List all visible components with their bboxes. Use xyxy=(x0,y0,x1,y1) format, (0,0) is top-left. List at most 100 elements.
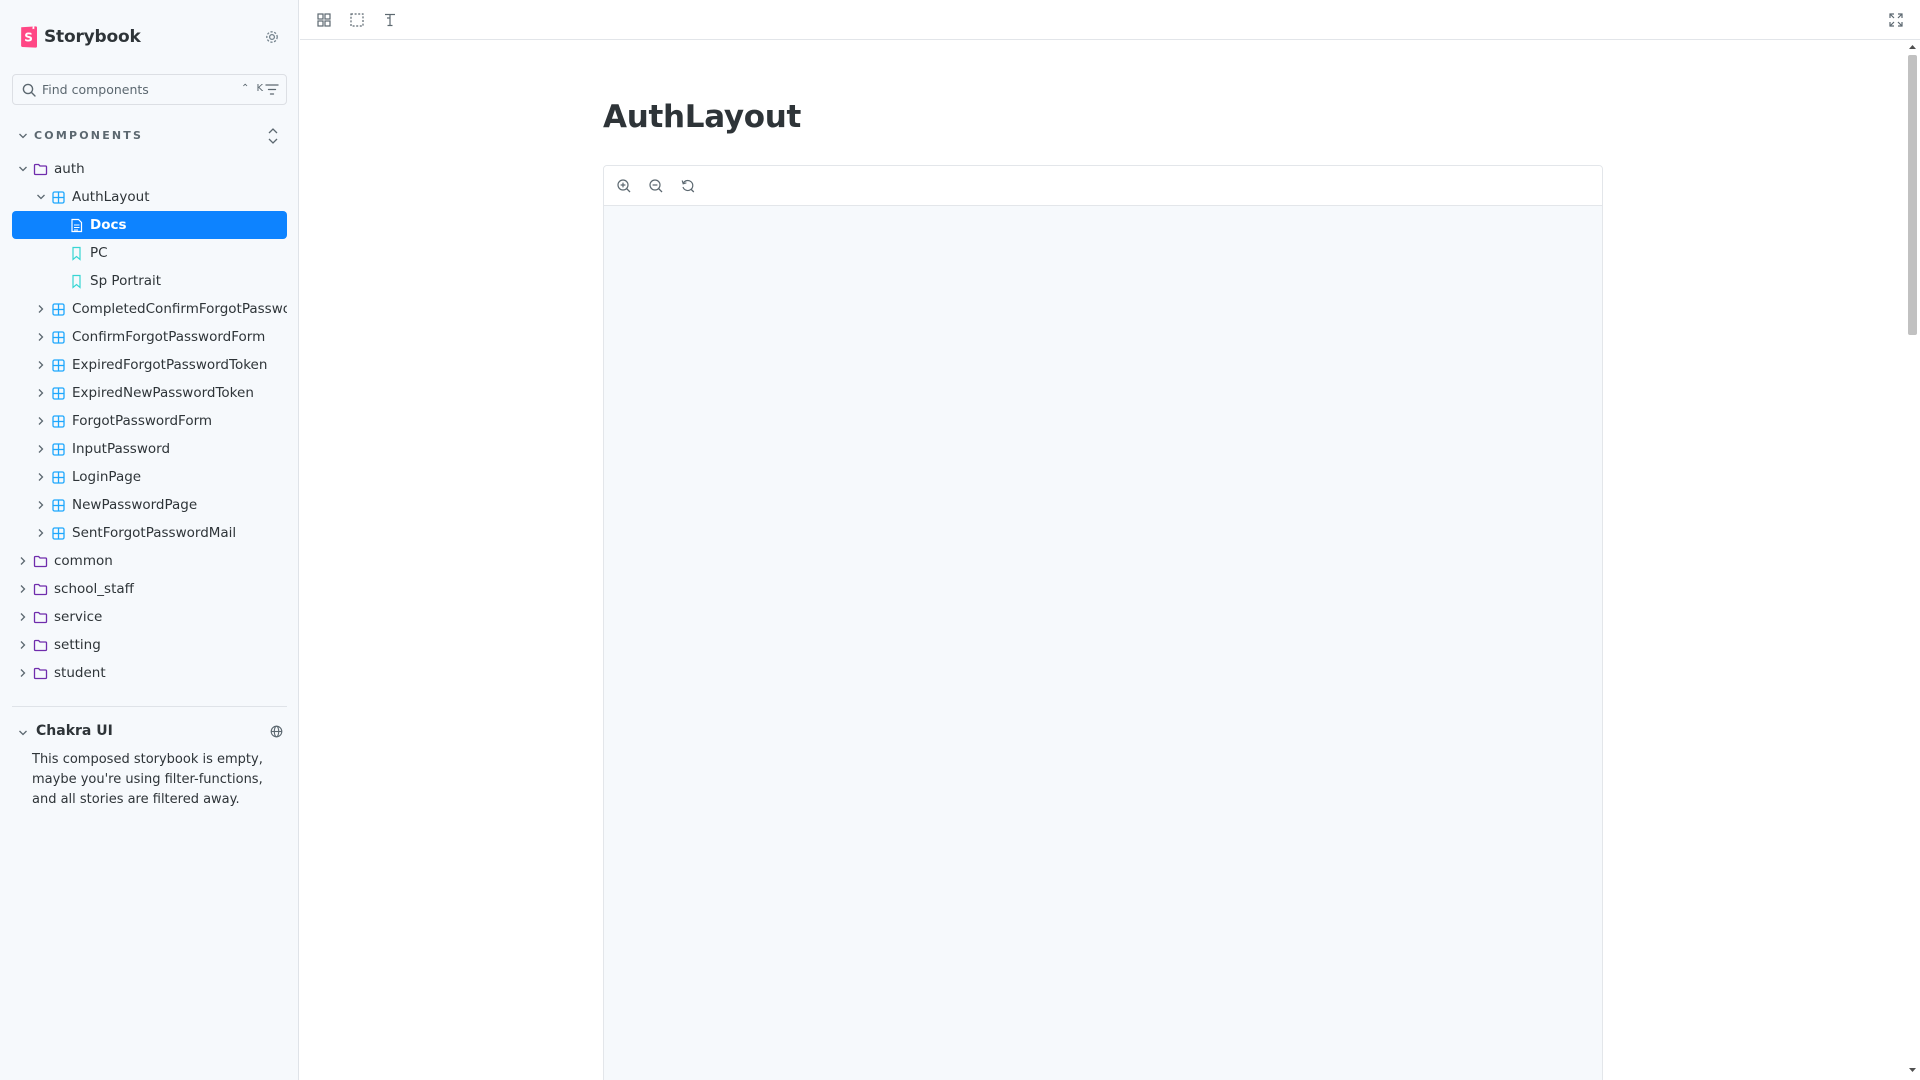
chevron-down-icon[interactable] xyxy=(36,192,46,202)
filter-icon[interactable] xyxy=(265,83,279,96)
tree-item-expiredforgotpasswordtoken[interactable]: ExpiredForgotPasswordToken xyxy=(12,351,287,379)
tree-item-pc[interactable]: PC xyxy=(12,239,287,267)
component-icon xyxy=(52,415,65,428)
tree-item-label: InputPassword xyxy=(72,441,171,457)
scroll-down-arrow-icon[interactable] xyxy=(1909,1067,1916,1073)
tree-item-sentforgotpasswordmail[interactable]: SentForgotPasswordMail xyxy=(12,519,287,547)
svg-text:S: S xyxy=(24,31,33,45)
component-icon xyxy=(52,303,65,316)
tree-item-label: service xyxy=(54,609,103,625)
chevron-right-icon[interactable] xyxy=(18,668,28,678)
section-title: COMPONENTS xyxy=(34,129,144,142)
storybook-logo-icon: S xyxy=(21,26,37,48)
tree-item-label: ExpiredForgotPasswordToken xyxy=(72,357,268,373)
tree-item-student[interactable]: student xyxy=(12,659,287,687)
tree-item-label: ForgotPasswordForm xyxy=(72,413,213,429)
chevron-right-icon[interactable] xyxy=(36,332,46,342)
zoom-out-icon[interactable] xyxy=(648,178,664,194)
tree-item-expirednewpasswordtoken[interactable]: ExpiredNewPasswordToken xyxy=(12,379,287,407)
tree-item-setting[interactable]: setting xyxy=(12,631,287,659)
tree-item-newpasswordpage[interactable]: NewPasswordPage xyxy=(12,491,287,519)
tree-item-forgotpasswordform[interactable]: ForgotPasswordForm xyxy=(12,407,287,435)
zoom-reset-icon[interactable] xyxy=(680,178,696,194)
collapse-all-icon[interactable] xyxy=(266,127,280,145)
tree-item-label: PC xyxy=(90,245,108,261)
settings-button[interactable] xyxy=(262,27,282,47)
chevron-right-icon[interactable] xyxy=(36,388,46,398)
chevron-right-icon[interactable] xyxy=(36,416,46,426)
component-icon xyxy=(52,387,65,400)
folder-icon xyxy=(33,667,48,680)
chevron-right-icon[interactable] xyxy=(36,500,46,510)
sidebar: S Storybook ⌃ K xyxy=(0,0,299,1080)
search-input[interactable] xyxy=(42,75,232,104)
scroll-up-arrow-icon[interactable] xyxy=(1909,44,1916,50)
chevron-right-icon[interactable] xyxy=(36,528,46,538)
measure-icon[interactable] xyxy=(382,12,398,28)
brand[interactable]: S Storybook xyxy=(20,26,141,48)
chevron-right-icon[interactable] xyxy=(18,640,28,650)
tree-item-label: ExpiredNewPasswordToken xyxy=(72,385,254,401)
bookmark-icon xyxy=(72,274,81,289)
tree-item-sp-portrait[interactable]: Sp Portrait xyxy=(12,267,287,295)
story-canvas xyxy=(603,165,1603,1080)
tree-item-completedconfirmforgotpasswordform[interactable]: CompletedConfirmForgotPasswordForm xyxy=(12,295,287,323)
tree-item-label: SentForgotPasswordMail xyxy=(72,525,237,541)
zoom-in-icon[interactable] xyxy=(616,178,632,194)
scroll-thumb[interactable] xyxy=(1908,55,1917,335)
chevron-right-icon[interactable] xyxy=(36,304,46,314)
grid-icon[interactable] xyxy=(316,12,332,28)
tree-item-label: setting xyxy=(54,637,101,653)
tree-item-label: common xyxy=(54,553,113,569)
page-title: AuthLayout xyxy=(603,99,802,135)
tree-item-confirmforgotpasswordform[interactable]: ConfirmForgotPasswordForm xyxy=(12,323,287,351)
chevron-right-icon[interactable] xyxy=(18,612,28,622)
tree-item-school-staff[interactable]: school_staff xyxy=(12,575,287,603)
component-tree: auth AuthLayout Docs PC Sp Portrait Completed… xyxy=(12,155,287,687)
tree-item-auth[interactable]: auth xyxy=(12,155,287,183)
fullscreen-icon[interactable] xyxy=(1888,12,1904,28)
tree-item-label: student xyxy=(54,665,106,681)
tree-item-label: LoginPage xyxy=(72,469,142,485)
storybook-app: S Storybook ⌃ K xyxy=(0,0,1920,1080)
folder-icon xyxy=(33,639,48,652)
docs-page: AuthLayout xyxy=(300,41,1905,1080)
component-icon xyxy=(52,359,65,372)
folder-icon xyxy=(33,611,48,624)
folder-icon xyxy=(33,583,48,596)
chevron-down-icon[interactable] xyxy=(18,164,28,174)
chevron-down-icon xyxy=(19,730,27,736)
tree-item-label: ConfirmForgotPasswordForm xyxy=(72,329,266,345)
tree-item-label: school_staff xyxy=(54,581,134,597)
tree-item-label: CompletedConfirmForgotPasswordForm xyxy=(72,301,287,317)
chevron-right-icon[interactable] xyxy=(36,472,46,482)
component-icon xyxy=(52,443,65,456)
globe-icon[interactable] xyxy=(270,725,283,738)
components-section-header[interactable]: COMPONENTS xyxy=(12,125,287,147)
chevron-right-icon[interactable] xyxy=(18,584,28,594)
gear-icon xyxy=(266,31,278,43)
chevron-right-icon[interactable] xyxy=(36,360,46,370)
chevron-right-icon[interactable] xyxy=(18,556,28,566)
chevron-right-icon[interactable] xyxy=(36,444,46,454)
docs-scrollbar[interactable] xyxy=(1905,41,1920,1080)
tree-item-label: auth xyxy=(54,161,85,177)
chevron-down-icon xyxy=(19,133,27,139)
canvas-toolbar xyxy=(604,166,1602,206)
search-box: ⌃ K xyxy=(12,74,287,105)
tree-item-label: NewPasswordPage xyxy=(72,497,198,513)
tree-item-inputpassword[interactable]: InputPassword xyxy=(12,435,287,463)
component-icon xyxy=(52,471,65,484)
tree-item-authlayout[interactable]: AuthLayout xyxy=(12,183,287,211)
ref-title: Chakra UI xyxy=(36,723,113,739)
tree-item-common[interactable]: common xyxy=(12,547,287,575)
outline-icon[interactable] xyxy=(349,12,365,28)
tree-item-label: Sp Portrait xyxy=(90,273,162,289)
component-icon xyxy=(52,191,65,204)
ref-header-chakra-ui[interactable]: Chakra UI xyxy=(12,720,287,744)
tree-item-service[interactable]: service xyxy=(12,603,287,631)
search-shortcut: ⌃ K xyxy=(241,83,266,94)
tree-item-docs[interactable]: Docs xyxy=(12,211,287,239)
folder-icon xyxy=(33,555,48,568)
tree-item-loginpage[interactable]: LoginPage xyxy=(12,463,287,491)
